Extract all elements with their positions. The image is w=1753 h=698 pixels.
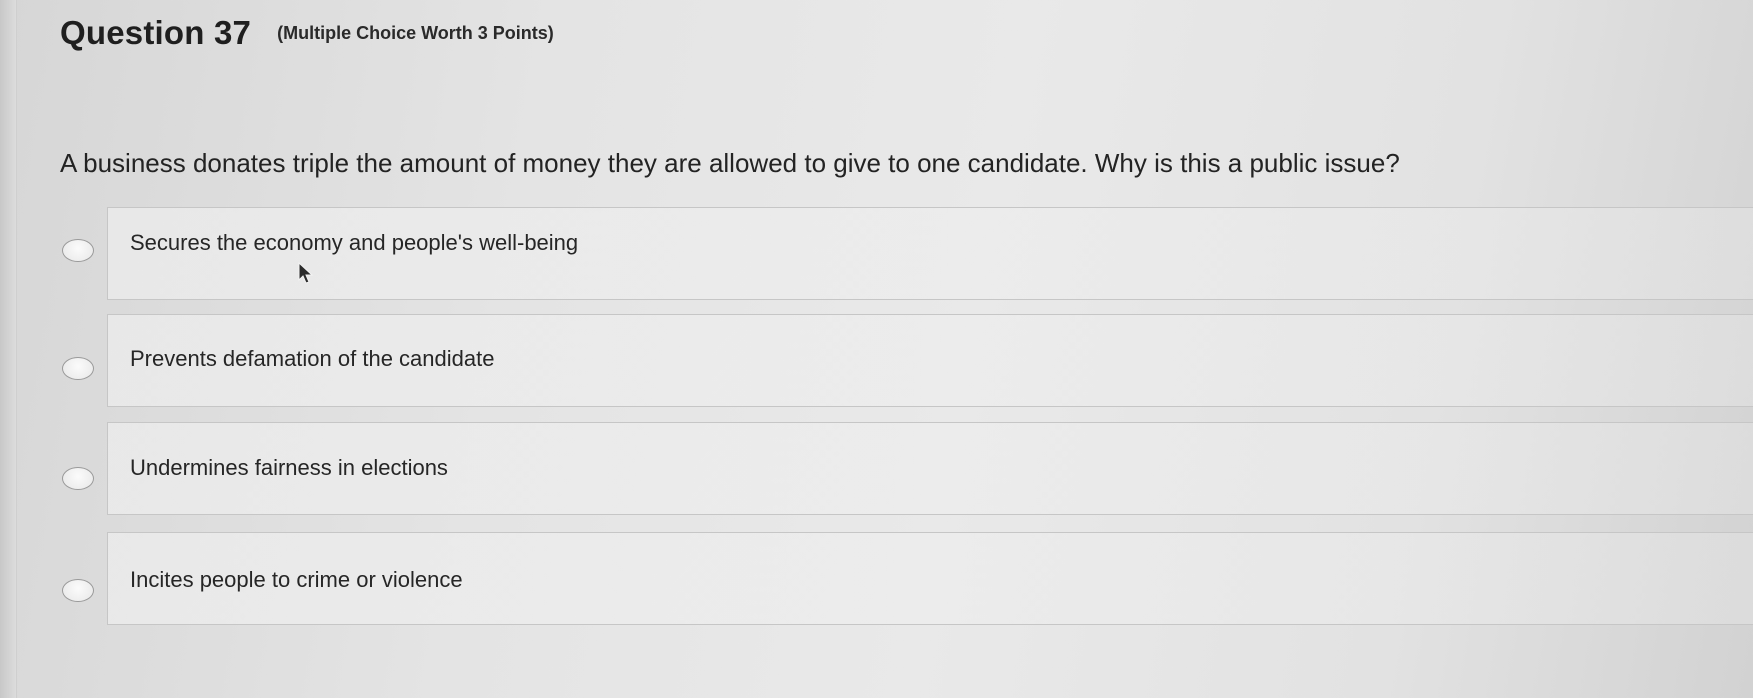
question-number: Question 37 — [60, 14, 252, 51]
answer-option-label[interactable]: Incites people to crime or violence — [130, 567, 463, 593]
answer-option-4[interactable]: Incites people to crime or violence — [0, 532, 1753, 626]
question-header: Question 37 (Multiple Choice Worth 3 Poi… — [60, 14, 554, 52]
mouse-pointer-icon — [298, 262, 314, 284]
radio-unchecked-icon[interactable] — [62, 467, 94, 490]
answer-option-label[interactable]: Secures the economy and people's well-be… — [130, 230, 578, 256]
question-points: (Multiple Choice Worth 3 Points) — [277, 23, 554, 43]
question-prompt: A business donates triple the amount of … — [60, 148, 1400, 178]
answer-option-2[interactable]: Prevents defamation of the candidate — [0, 312, 1753, 407]
radio-unchecked-icon[interactable] — [62, 239, 94, 262]
answer-option-3[interactable]: Undermines fairness in elections — [0, 422, 1753, 516]
answer-option-label[interactable]: Undermines fairness in elections — [130, 455, 448, 481]
answer-option-1[interactable]: Secures the economy and people's well-be… — [0, 203, 1753, 300]
radio-unchecked-icon[interactable] — [62, 579, 94, 602]
radio-unchecked-icon[interactable] — [62, 357, 94, 380]
answer-option-label[interactable]: Prevents defamation of the candidate — [130, 346, 494, 372]
